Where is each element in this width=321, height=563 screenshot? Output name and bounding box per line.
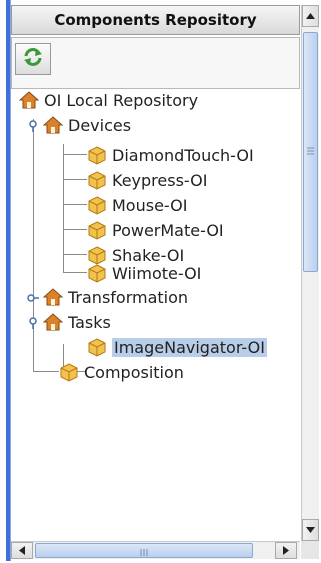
tree-node-label: ImageNavigator-OI bbox=[112, 337, 267, 357]
components-repository-panel: Components Repository OI Local Repositor… bbox=[0, 0, 321, 561]
component-box-icon bbox=[87, 195, 107, 215]
tree-node-imagenavigator[interactable]: ImageNavigator-OI bbox=[87, 336, 267, 358]
tree-node-label: PowerMate-OI bbox=[112, 220, 224, 240]
tree-connector bbox=[63, 204, 87, 205]
horizontal-scrollbar[interactable] bbox=[11, 541, 300, 559]
scroll-down-button[interactable] bbox=[302, 519, 319, 541]
tree-connector bbox=[63, 144, 64, 272]
tree-connector bbox=[33, 119, 34, 371]
vertical-scrollbar[interactable] bbox=[301, 5, 319, 541]
tree-node-wiimote[interactable]: Wiimote-OI bbox=[87, 262, 201, 284]
home-icon bbox=[42, 312, 64, 332]
scroll-right-button[interactable] bbox=[275, 542, 297, 559]
refresh-button[interactable] bbox=[15, 43, 51, 75]
component-box-icon bbox=[87, 170, 107, 190]
tree-node-powermate[interactable]: PowerMate-OI bbox=[87, 219, 224, 241]
tree-connector bbox=[63, 179, 87, 180]
tree-connector bbox=[63, 154, 87, 155]
component-box-icon bbox=[87, 263, 107, 283]
tree-node-label: Transformation bbox=[68, 287, 189, 307]
tree-node-label: Tasks bbox=[68, 312, 111, 332]
home-icon bbox=[42, 115, 64, 135]
tree-connector bbox=[63, 254, 87, 255]
tree-node-mouse[interactable]: Mouse-OI bbox=[87, 194, 187, 216]
tree-connector bbox=[33, 371, 59, 372]
scroll-left-button[interactable] bbox=[11, 542, 33, 559]
collapse-toggle-devices[interactable] bbox=[26, 118, 40, 132]
expand-toggle-transformation[interactable] bbox=[26, 290, 40, 304]
tree-node-transformation[interactable]: Transformation bbox=[42, 286, 189, 308]
home-icon bbox=[42, 287, 64, 307]
tree-node-label: Keypress-OI bbox=[112, 170, 208, 190]
component-box-icon bbox=[87, 337, 107, 357]
tree-node-label: Devices bbox=[68, 115, 132, 135]
tree-node-devices[interactable]: Devices bbox=[42, 114, 132, 136]
home-icon bbox=[18, 90, 40, 110]
scroll-corner bbox=[301, 541, 319, 559]
repository-tree[interactable]: OI Local Repository Devices DiamondTouch… bbox=[11, 89, 300, 541]
tree-connector bbox=[63, 229, 87, 230]
panel-title: Components Repository bbox=[11, 5, 300, 35]
collapse-toggle-tasks[interactable] bbox=[26, 315, 40, 329]
tree-node-keypress[interactable]: Keypress-OI bbox=[87, 169, 207, 191]
tree-node-diamondtouch[interactable]: DiamondTouch-OI bbox=[87, 144, 254, 166]
component-box-icon bbox=[87, 145, 107, 165]
toolbar bbox=[11, 37, 300, 89]
tree-node-root[interactable]: OI Local Repository bbox=[18, 89, 199, 111]
scroll-up-button[interactable] bbox=[302, 5, 319, 27]
tree-connector bbox=[63, 272, 87, 273]
component-box-icon bbox=[59, 362, 79, 382]
vertical-scroll-thumb[interactable] bbox=[303, 32, 318, 272]
tree-node-tasks[interactable]: Tasks bbox=[42, 311, 111, 333]
tree-node-composition[interactable]: Composition bbox=[59, 361, 184, 383]
component-box-icon bbox=[87, 220, 107, 240]
tree-node-label: OI Local Repository bbox=[44, 90, 199, 110]
tree-node-label: Mouse-OI bbox=[112, 195, 188, 215]
horizontal-scroll-thumb[interactable] bbox=[35, 543, 253, 558]
tree-node-label: Wiimote-OI bbox=[112, 263, 202, 283]
refresh-icon bbox=[22, 46, 44, 72]
tree-node-label: Composition bbox=[84, 362, 184, 382]
tree-node-label: DiamondTouch-OI bbox=[112, 145, 254, 165]
